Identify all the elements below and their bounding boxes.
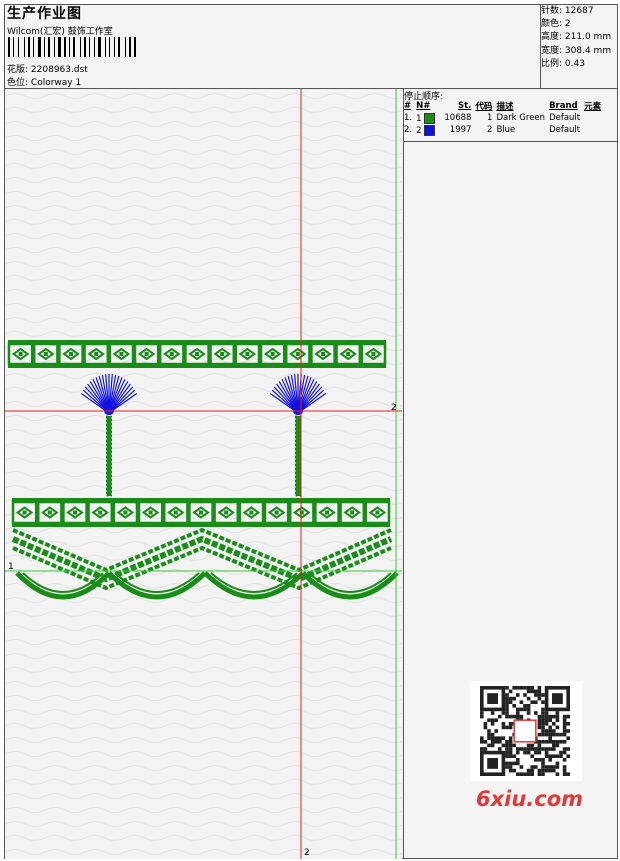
stat-stitches: 针数: 12687 — [541, 6, 594, 16]
col-needle: N# — [416, 101, 431, 111]
colorway-info: 色位: Colorway 1 — [7, 75, 81, 88]
color-swatch — [424, 112, 436, 124]
col-description: 描述 — [496, 102, 514, 112]
qr-code — [470, 681, 582, 781]
stat-colors: 颜色: 2 — [541, 19, 571, 30]
colorway-label: 色位: — [7, 78, 29, 88]
color-swatch — [424, 124, 436, 136]
page-title: 生产作业图 — [7, 6, 82, 22]
guide-label-red-v: 2 — [304, 848, 310, 858]
table-bottom-line — [403, 141, 618, 142]
table-row: 1. 1 10688 1 Dark Green Default — [404, 112, 581, 124]
barcode — [8, 37, 136, 57]
table-row: 2. 2 1997 2 Blue Default — [404, 124, 581, 136]
design-file: 2208963.dst — [30, 65, 88, 75]
stat-height: 高度: 211.0 mm — [541, 32, 612, 43]
embroidery-canvas — [5, 89, 402, 859]
col-stitches: St. — [458, 101, 472, 111]
col-code: 代码 — [475, 102, 493, 112]
table-header-row: # N# St. 代码 描述 Brand 元素 — [402, 100, 603, 112]
stop-sequence-table: # N# St. 代码 描述 Brand 元素 1. 1 10688 1 Dar… — [402, 100, 603, 136]
guide-label-green-h: 1 — [8, 562, 14, 572]
colorway-name: Colorway 1 — [30, 78, 82, 88]
guide-label-red-h: 2 — [391, 403, 397, 413]
stats-panel: 针数: 12687 颜色: 2 高度: 211.0 mm 宽度: 308.4 m… — [541, 5, 611, 71]
stat-width: 宽度: 308.4 mm — [541, 45, 612, 56]
panel-divider — [403, 88, 404, 859]
stat-scale: 比例: 0.43 — [541, 58, 585, 69]
col-index: # — [404, 101, 412, 111]
watermark: 6xiu.com — [476, 787, 584, 811]
company-name: Wilcom(汇宏) 鼓饰工作室 — [7, 27, 113, 37]
col-brand: Brand — [549, 101, 578, 111]
col-element: 元素 — [584, 102, 602, 112]
design-label: 花版: — [7, 65, 29, 75]
design-info: 花版: 2208963.dst — [7, 62, 88, 75]
